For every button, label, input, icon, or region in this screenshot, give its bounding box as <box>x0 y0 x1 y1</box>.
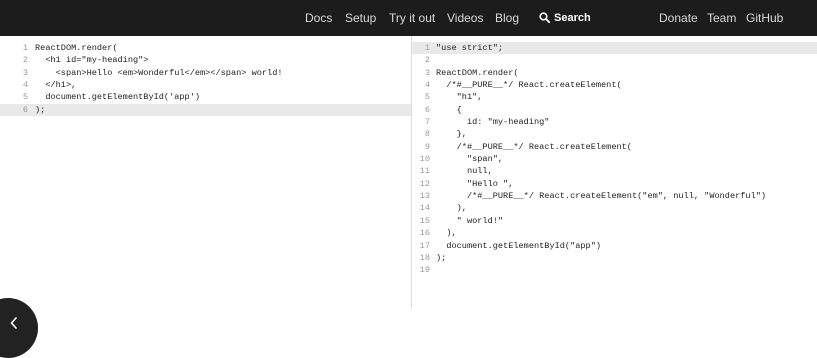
code-text: <span>Hello <em>Wonderful</em></span> wo… <box>35 67 283 78</box>
line-number: 5 <box>424 92 430 103</box>
search-icon <box>539 12 550 23</box>
output-line: 17 document.getElementById("app") <box>412 240 817 252</box>
code-text: "Hello ", <box>436 178 514 189</box>
output-line: 9 /*#__PURE__*/ React.createElement( <box>412 141 817 153</box>
line-number: 1 <box>424 43 430 53</box>
line-number: 3 <box>424 67 430 78</box>
code-text: ReactDOM.render( <box>35 43 118 53</box>
code-text: document.getElementById('app') <box>35 92 201 103</box>
line-number: 8 <box>424 129 430 140</box>
line-number: 16 <box>419 228 430 239</box>
output-line: 14 ), <box>412 202 817 214</box>
line-number: 11 <box>419 166 430 177</box>
output-line: 1 "use strict"; <box>412 42 817 55</box>
output-line: 7 id: "my-heading" <box>412 116 817 128</box>
nav-link-videos[interactable]: Videos <box>447 0 483 36</box>
code-text: ); <box>436 252 447 263</box>
line-number: 9 <box>424 141 430 152</box>
output-line: 10 "span", <box>412 153 817 165</box>
code-text: </h1>, <box>35 80 77 91</box>
chevron-left-icon <box>10 317 17 329</box>
code-text: ReactDOM.render( <box>436 67 519 78</box>
nav-link-docs[interactable]: Docs <box>305 0 332 36</box>
editor-line: 1 ReactDOM.render( <box>0 42 411 54</box>
nav-links: Docs Setup Try it out Videos Blog Search… <box>0 0 817 36</box>
line-number: 18 <box>419 252 430 263</box>
top-navigation-bar: Docs Setup Try it out Videos Blog Search… <box>0 0 817 36</box>
editor-line: 3 <span>Hello <em>Wonderful</em></span> … <box>0 67 411 79</box>
editor-line: 4 </h1>, <box>0 79 411 91</box>
line-number: 19 <box>419 265 430 276</box>
code-text: /*#__PURE__*/ React.createElement( <box>436 141 632 152</box>
line-number: 1 <box>22 43 28 53</box>
code-text: { <box>436 104 462 115</box>
collapse-sidebar-button[interactable] <box>0 298 38 358</box>
code-text: /*#__PURE__*/ React.createElement( <box>436 80 622 91</box>
line-number: 3 <box>22 67 28 78</box>
output-line: 19 <box>412 264 817 276</box>
nav-link-blog[interactable]: Blog <box>495 0 519 36</box>
code-text: /*#__PURE__*/ React.createElement("em", … <box>436 191 767 202</box>
output-line: 11 null, <box>412 165 817 177</box>
line-number: 17 <box>419 240 430 251</box>
editor-line: 2 <h1 id="my-heading"> <box>0 54 411 66</box>
output-line: 18); <box>412 252 817 264</box>
code-text: document.getElementById("app") <box>436 240 602 251</box>
line-number: 12 <box>419 178 430 189</box>
line-number: 7 <box>424 117 430 128</box>
code-text: null, <box>436 166 493 177</box>
nav-link-github[interactable]: GitHub <box>746 0 783 36</box>
code-text: id: "my-heading" <box>436 117 550 128</box>
output-line: 12 "Hello ", <box>412 178 817 190</box>
search-label: Search <box>554 12 591 24</box>
output-line: 13 /*#__PURE__*/ React.createElement("em… <box>412 190 817 202</box>
code-editor-input[interactable]: 1 ReactDOM.render(2 <h1 id="my-heading"> 3… <box>0 36 412 358</box>
line-number: 13 <box>419 191 430 202</box>
line-number: 10 <box>419 154 430 165</box>
line-number: 4 <box>424 80 430 91</box>
line-number: 15 <box>419 215 430 226</box>
nav-link-setup[interactable]: Setup <box>345 0 376 36</box>
line-number: 6 <box>424 104 430 115</box>
line-number: 4 <box>22 80 28 91</box>
output-line: 15 " world!" <box>412 215 817 227</box>
code-text: "use strict"; <box>436 43 504 53</box>
output-line: 3 ReactDOM.render( <box>412 67 817 79</box>
code-text: <h1 id="my-heading"> <box>35 55 149 66</box>
output-line: 4 /*#__PURE__*/ React.createElement( <box>412 79 817 91</box>
nav-link-try-it-out[interactable]: Try it out <box>389 0 435 36</box>
output-code-lines: 1 "use strict"; 2 3 ReactDOM.render(4 /*#__P… <box>412 42 817 277</box>
line-number: 2 <box>22 55 28 66</box>
nav-link-team[interactable]: Team <box>707 0 736 36</box>
output-line: 8 }, <box>412 128 817 140</box>
output-line: 16 ), <box>412 227 817 239</box>
line-number: 6 <box>22 104 28 115</box>
output-line: 6 { <box>412 104 817 116</box>
line-number: 5 <box>22 92 28 103</box>
line-number: 14 <box>419 203 430 214</box>
line-number: 2 <box>424 55 430 66</box>
editor-line: 6); <box>0 103 411 117</box>
output-line: 5 "h1", <box>412 91 817 103</box>
editor-code-lines: 1 ReactDOM.render(2 <h1 id="my-heading"> 3… <box>0 42 411 117</box>
code-text: ); <box>35 104 46 115</box>
compiled-output-panel: 1 "use strict"; 2 3 ReactDOM.render(4 /*#__P… <box>412 36 817 309</box>
code-text: "span", <box>436 154 504 165</box>
code-text: ), <box>436 228 457 239</box>
nav-link-donate[interactable]: Donate <box>659 0 698 36</box>
editor-line: 5 document.getElementById('app') <box>0 91 411 103</box>
output-line: 2 <box>412 54 817 66</box>
code-text: ), <box>436 203 467 214</box>
code-text: }, <box>436 129 467 140</box>
code-text: "h1", <box>436 92 483 103</box>
code-text: " world!" <box>436 215 504 226</box>
